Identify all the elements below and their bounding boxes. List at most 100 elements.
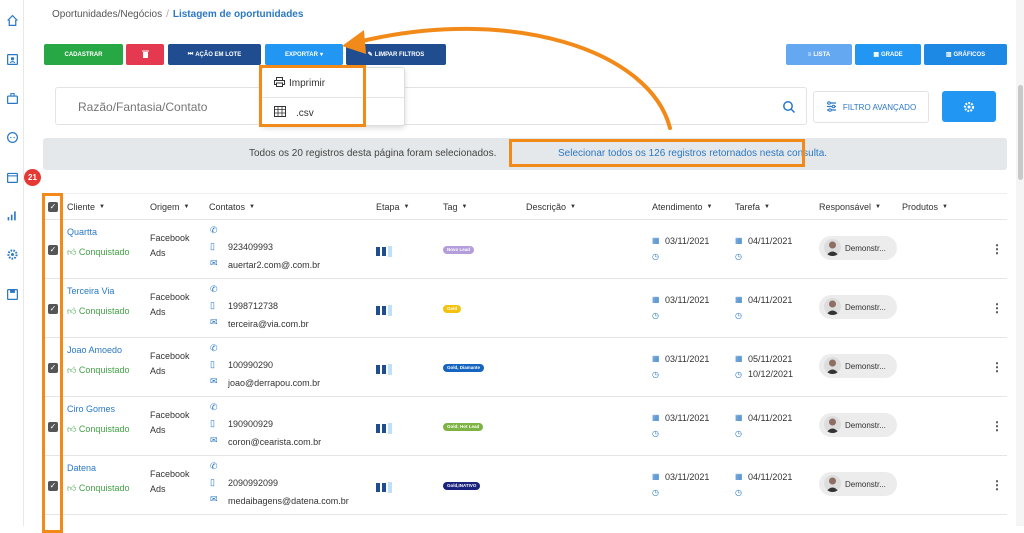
gear-icon (963, 101, 975, 112)
limpar-filtros-button[interactable]: ✎ LIMPAR FILTROS (346, 44, 446, 65)
responsavel-chip[interactable]: Demonstr... (819, 354, 897, 378)
responsavel-chip[interactable]: Demonstr... (819, 236, 897, 260)
more-options-icon[interactable]: ⋮ (991, 360, 1003, 374)
row-checkbox[interactable]: ✓ (48, 481, 58, 491)
contact-phone[interactable]: 100990290 (228, 360, 273, 370)
selection-banner: Todos os 20 registros desta página foram… (43, 138, 1007, 170)
contact-phone[interactable]: 1998712738 (228, 301, 278, 311)
cadastrar-button[interactable]: CADASTRAR (44, 44, 123, 65)
origin-text: Facebook Ads (150, 292, 190, 317)
column-header-responsavel[interactable]: Responsável ▼ (819, 202, 881, 212)
save-icon[interactable] (4, 286, 20, 302)
breadcrumb-parent[interactable]: Oportunidades/Negócios (52, 9, 162, 20)
caret-down-icon: ▼ (875, 204, 881, 210)
select-all-link[interactable]: Selecionar todos os 126 registros retorn… (558, 148, 827, 159)
column-header-tag[interactable]: Tag ▼ (443, 202, 467, 212)
row-checkbox[interactable]: ✓ (48, 363, 58, 373)
calendar-icon[interactable] (4, 169, 20, 185)
tarefa-date: 04/11/2021 (748, 295, 793, 305)
contact-phone[interactable]: 2090992099 (228, 478, 278, 488)
grade-button[interactable]: ▦ GRADE (855, 44, 921, 65)
column-header-contatos[interactable]: Contatos ▼ (209, 202, 255, 212)
delete-button[interactable] (126, 44, 164, 65)
more-options-icon[interactable]: ⋮ (991, 242, 1003, 256)
briefcase-icon[interactable] (4, 90, 20, 106)
select-all-checkbox[interactable]: ✓ (48, 202, 58, 212)
client-name-link[interactable]: Datena (67, 463, 96, 473)
settings-button[interactable] (942, 91, 996, 122)
origin-text: Facebook Ads (150, 469, 190, 494)
exportar-button[interactable]: EXPORTAR ▾ (265, 44, 343, 65)
avatar (824, 239, 841, 256)
table-row[interactable]: ✓ Datena 👍︎ Conquistado Facebook Ads ✆ ▯ 20909… (43, 456, 1007, 515)
tag-badge[interactable]: Gold,INATIVO (443, 482, 481, 490)
clock-icon: ◷ (735, 311, 742, 320)
row-checkbox[interactable]: ✓ (48, 422, 58, 432)
fast-forward-icon: ⏭ (187, 51, 194, 57)
settings-icon[interactable] (4, 246, 20, 262)
contact-email[interactable]: joao@derrapou.com.br (228, 378, 320, 388)
tag-badge[interactable]: Gold, Diamante (443, 364, 485, 372)
more-options-icon[interactable]: ⋮ (991, 419, 1003, 433)
responsavel-chip[interactable]: Demonstr... (819, 295, 897, 319)
column-header-descricao[interactable]: Descrição ▼ (526, 202, 576, 212)
graficos-label: GRÁFICOS (953, 51, 986, 58)
contact-email[interactable]: coron@cearista.com.br (228, 437, 321, 447)
tarefa-date-secondary: 10/12/2021 (748, 369, 794, 379)
search-icon[interactable] (782, 100, 796, 114)
table-row[interactable]: ✓ Joao Amoedo 👍︎ Conquistado Facebook Ads ✆ ▯… (43, 338, 1007, 397)
caret-down-icon: ▼ (942, 204, 948, 210)
tag-badge[interactable]: Novo Lead (443, 246, 475, 254)
lista-button[interactable]: ≡ LISTA (786, 44, 852, 65)
etapa-progress (376, 305, 392, 316)
chart-icon[interactable] (4, 207, 20, 223)
scrollbar[interactable] (1016, 0, 1024, 526)
graficos-button[interactable]: ▥ GRÁFICOS (924, 44, 1007, 65)
responsavel-chip[interactable]: Demonstr... (819, 472, 897, 496)
contact-phone[interactable]: 923409993 (228, 242, 273, 252)
column-header-etapa[interactable]: Etapa ▼ (376, 202, 409, 212)
more-options-icon[interactable]: ⋮ (991, 301, 1003, 315)
scrollbar-thumb[interactable] (1018, 85, 1023, 180)
tag-badge[interactable]: Gold; Hot Lead (443, 423, 484, 431)
clock-icon: ◷ (652, 252, 659, 261)
row-checkbox[interactable]: ✓ (48, 304, 58, 314)
client-status: 👍︎ Conquistado (67, 365, 129, 376)
avatar (824, 298, 841, 315)
contact-email[interactable]: terceira@via.com.br (228, 319, 309, 329)
column-header-cliente[interactable]: Cliente ▼ (67, 202, 105, 212)
more-options-icon[interactable]: ⋮ (991, 478, 1003, 492)
table-row[interactable]: ✓ Terceira Via 👍︎ Conquistado Facebook Ads ✆… (43, 279, 1007, 338)
tarefa-date: 04/11/2021 (748, 413, 793, 423)
table-row[interactable]: ✓ Quartta 👍︎ Conquistado Facebook Ads ✆ ▯ 9234… (43, 220, 1007, 279)
column-header-atendimento[interactable]: Atendimento ▼ (652, 202, 713, 212)
home-icon[interactable] (4, 12, 20, 28)
phone-icon: ✆ (210, 225, 218, 235)
calendar-icon: ▦ (735, 472, 743, 481)
avatar (824, 357, 841, 374)
tag-badge[interactable]: Gold (443, 305, 462, 313)
menu-item-csv[interactable]: .csv (274, 106, 314, 120)
calendar-icon: ▦ (652, 236, 660, 245)
client-name-link[interactable]: Terceira Via (67, 286, 114, 296)
acao-em-lote-button[interactable]: ⏭ AÇÃO EM LOTE (168, 44, 261, 65)
column-header-origem[interactable]: Origem ▼ (150, 202, 189, 212)
contacts-icon[interactable] (4, 51, 20, 67)
contact-phone[interactable]: 190900929 (228, 419, 273, 429)
client-name-link[interactable]: Ciro Gomes (67, 404, 115, 414)
contact-email[interactable]: auertar2.com@.com.br (228, 260, 320, 270)
contact-email[interactable]: medaibagens@datena.com.br (228, 496, 349, 506)
column-header-produtos[interactable]: Produtos ▼ (902, 202, 948, 212)
client-name-link[interactable]: Joao Amoedo (67, 345, 122, 355)
client-name-link[interactable]: Quartta (67, 227, 97, 237)
advanced-filter-button[interactable]: FILTRO AVANÇADO (813, 91, 929, 123)
notification-badge[interactable]: 21 (24, 169, 41, 186)
mobile-icon: ▯ (210, 241, 215, 251)
responsavel-chip[interactable]: Demonstr... (819, 413, 897, 437)
calendar-icon: ▦ (735, 413, 743, 422)
column-header-tarefa[interactable]: Tarefa ▼ (735, 202, 770, 212)
row-checkbox[interactable]: ✓ (48, 245, 58, 255)
menu-item-imprimir[interactable]: Imprimir (274, 77, 325, 90)
chat-icon[interactable] (4, 129, 20, 145)
table-row[interactable]: ✓ Ciro Gomes 👍︎ Conquistado Facebook Ads ✆ ▯ 1… (43, 397, 1007, 456)
